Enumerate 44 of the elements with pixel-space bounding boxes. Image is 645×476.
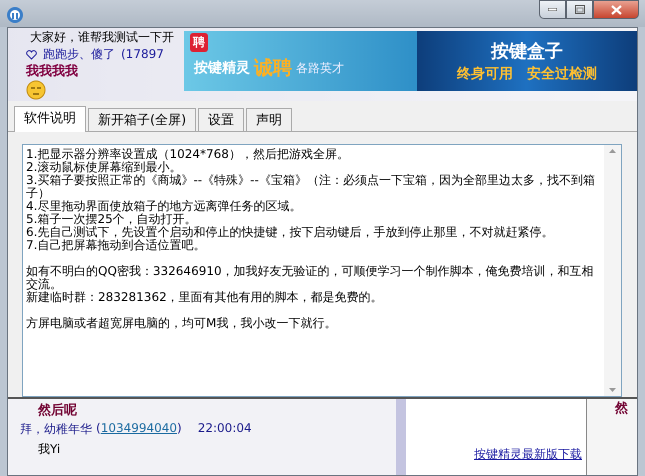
chat-message: 我Yi (38, 440, 62, 458)
app-icon (6, 6, 24, 24)
banner-text: 各路英才 (296, 60, 344, 76)
message-time: 22:00:04 (198, 420, 252, 437)
close-icon (610, 4, 622, 14)
badge-label: 聘 (190, 33, 208, 52)
scroll-up-icon[interactable] (609, 148, 616, 153)
banner-title: 按键盒子 (491, 40, 564, 63)
text-line: 4.尽里拖动界面使放箱子的地方远离弹任务的区域。 (26, 200, 302, 213)
qq-number[interactable]: (17897 (121, 46, 164, 63)
minimize-button[interactable] (539, 0, 566, 19)
text-line: 7.自己把屏幕拖动到合适位置吧。 (26, 238, 206, 252)
qq-number[interactable]: (1034994040) (96, 420, 182, 438)
maximize-button[interactable] (566, 0, 593, 19)
text-line: 2.滚动鼠标使屏幕缩到最小。 (26, 160, 182, 174)
scrollbar[interactable] (604, 144, 621, 396)
sender-name: 跑跑步、傻了 (43, 46, 115, 63)
banner-slogan: 终身可用 (457, 65, 514, 83)
text-line: 方屏电脑或者超宽屏电脑的，均可M我，我小改一下就行。 (26, 316, 338, 330)
download-link[interactable]: 按键精灵最新版下载 (474, 446, 582, 463)
minimize-icon (548, 8, 557, 11)
shout-message: 然 (615, 400, 629, 417)
chat-message: 大家好，谁帮我测试一下开 (30, 29, 175, 46)
tab[interactable]: 设置 (198, 108, 244, 131)
tab[interactable]: 软件说明 (14, 106, 86, 132)
scroll-down-icon[interactable] (609, 388, 616, 392)
smiley-icon (26, 80, 46, 100)
close-button[interactable] (593, 0, 639, 19)
maximize-icon (574, 5, 584, 14)
shout-message: 然后呢 (38, 402, 78, 419)
shout-message: 我我我我 (26, 63, 79, 80)
banner-highlight: 诚聘 (254, 56, 292, 81)
text-line: 如有不明白的QQ密我：332646910，加我好友无验证的，可顺便学习一个制作脚本，俺免费培训，和互相交流。 (26, 264, 595, 291)
sender-name: 拜，幼稚年华 (20, 420, 92, 438)
text-line: 6.先自己测试下，先设置个启动和停止的快捷键，按下启动键后，手放到停止那里，不对就赶紧停。 (26, 226, 554, 239)
banner-text: 按键精灵 (194, 59, 250, 77)
text-line: 1.把显示器分辨率设置成（1024*768），然后把游戏全屏。 (26, 148, 350, 161)
text-line: 3.买箱子要按照正常的《商城》--《特殊》--《宝箱》（注：必须点一下宝箱，因为全部里边太多，找不到箱子） (26, 174, 596, 200)
banner-slogan: 安全过检测 (527, 65, 598, 83)
heart-icon (26, 50, 37, 60)
tab[interactable]: 新开箱子(全屏) (88, 108, 196, 131)
text-line: 5.箱子一次摆25个，自动打开。 (26, 212, 198, 226)
tab[interactable]: 声明 (246, 108, 292, 131)
text-line: 新建临时群：283281362，里面有其他有用的脚本，都是免费的。 (26, 290, 384, 304)
